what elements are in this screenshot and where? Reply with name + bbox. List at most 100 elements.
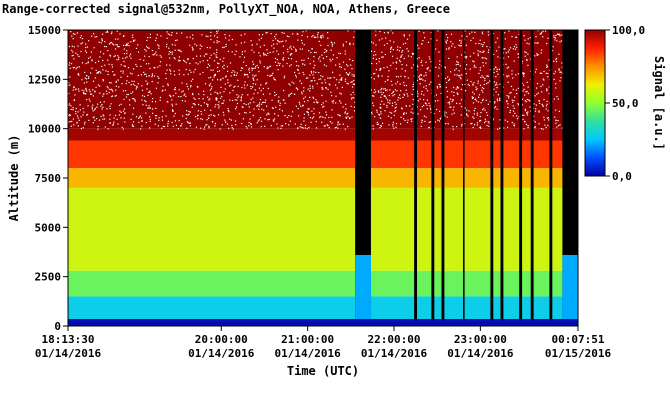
noise-dot bbox=[386, 89, 388, 91]
noise-dot bbox=[114, 114, 117, 117]
noise-dot bbox=[542, 128, 544, 130]
noise-dot bbox=[113, 117, 115, 119]
noise-dot bbox=[78, 66, 80, 68]
noise-dot bbox=[419, 109, 422, 111]
noise-dot bbox=[309, 85, 311, 87]
noise-dot bbox=[399, 47, 401, 49]
noise-dot bbox=[191, 46, 193, 48]
noise-dot bbox=[151, 101, 153, 103]
noise-dot bbox=[95, 69, 97, 71]
noise-dot bbox=[306, 36, 309, 38]
noise-dot bbox=[517, 56, 520, 58]
noise-dot bbox=[311, 110, 313, 112]
noise-dot bbox=[336, 57, 338, 59]
noise-dot bbox=[251, 67, 253, 69]
noise-dot bbox=[165, 73, 167, 75]
noise-dot bbox=[96, 106, 98, 108]
noise-dot bbox=[70, 31, 72, 33]
noise-dot bbox=[464, 90, 467, 92]
noise-dot bbox=[372, 128, 374, 130]
noise-dot bbox=[78, 90, 80, 92]
noise-dot bbox=[289, 84, 291, 86]
noise-dot bbox=[495, 41, 497, 43]
noise-dot bbox=[499, 119, 501, 121]
noise-dot bbox=[456, 126, 458, 128]
noise-dot bbox=[166, 64, 168, 66]
noise-dot bbox=[275, 93, 277, 96]
noise-dot bbox=[144, 55, 146, 57]
noise-dot bbox=[457, 63, 459, 65]
noise-dot bbox=[447, 37, 449, 39]
noise-dot bbox=[73, 99, 76, 101]
noise-dot bbox=[190, 84, 192, 87]
noise-dot bbox=[304, 127, 306, 129]
noise-dot bbox=[153, 75, 156, 77]
noise-dot bbox=[102, 79, 104, 81]
noise-dot bbox=[252, 97, 254, 99]
noise-dot bbox=[406, 38, 409, 40]
noise-dot bbox=[270, 125, 272, 127]
noise-dot bbox=[231, 71, 233, 74]
noise-dot bbox=[77, 125, 79, 127]
noise-dot bbox=[456, 86, 458, 88]
noise-dot bbox=[70, 105, 72, 107]
noise-dot bbox=[254, 89, 256, 91]
noise-dot bbox=[203, 55, 205, 57]
noise-dot bbox=[478, 42, 480, 45]
noise-dot bbox=[289, 65, 291, 67]
noise-dot bbox=[327, 37, 329, 39]
noise-dot bbox=[169, 57, 171, 59]
noise-dot bbox=[192, 48, 194, 50]
noise-dot bbox=[249, 71, 251, 73]
noise-dot bbox=[241, 51, 243, 53]
noise-dot bbox=[335, 95, 337, 97]
noise-dot bbox=[106, 86, 108, 88]
noise-dot bbox=[99, 101, 102, 103]
noise-dot bbox=[461, 125, 463, 127]
noise-dot bbox=[340, 93, 342, 95]
noise-dot bbox=[198, 98, 200, 100]
noise-dot bbox=[91, 93, 93, 95]
noise-dot bbox=[430, 61, 432, 63]
noise-dot bbox=[542, 84, 544, 86]
noise-dot bbox=[282, 65, 284, 67]
noise-dot bbox=[308, 126, 310, 129]
noise-dot bbox=[118, 104, 121, 106]
noise-dot bbox=[127, 93, 129, 96]
noise-dot bbox=[395, 106, 397, 108]
noise-dot bbox=[223, 57, 225, 59]
noise-dot bbox=[405, 112, 407, 114]
noise-dot bbox=[511, 99, 513, 101]
noise-dot bbox=[130, 118, 132, 120]
noise-dot bbox=[279, 63, 281, 65]
noise-dot bbox=[76, 115, 79, 117]
noise-dot bbox=[472, 91, 474, 93]
noise-dot bbox=[481, 57, 483, 59]
noise-dot bbox=[103, 115, 105, 117]
noise-dot bbox=[91, 106, 93, 108]
noise-dot bbox=[523, 114, 525, 116]
noise-dot bbox=[218, 114, 220, 116]
noise-dot bbox=[192, 34, 194, 36]
noise-dot bbox=[384, 53, 386, 56]
noise-dot bbox=[194, 68, 196, 71]
noise-dot bbox=[447, 102, 449, 104]
noise-dot bbox=[260, 84, 262, 86]
noise-dot bbox=[445, 86, 447, 89]
noise-dot bbox=[447, 76, 449, 78]
noise-dot bbox=[559, 41, 561, 43]
noise-dot bbox=[317, 34, 319, 36]
noise-dot bbox=[132, 36, 134, 39]
noise-dot bbox=[279, 104, 281, 107]
noise-dot bbox=[310, 51, 312, 54]
noise-dot bbox=[237, 85, 239, 88]
noise-dot bbox=[298, 115, 300, 117]
noise-dot bbox=[331, 100, 333, 102]
noise-dot bbox=[120, 103, 122, 105]
noise-dot bbox=[169, 69, 171, 71]
noise-dot bbox=[105, 31, 107, 33]
noise-dot bbox=[130, 41, 132, 43]
noise-dot bbox=[353, 36, 355, 38]
noise-dot bbox=[85, 89, 87, 91]
noise-dot bbox=[252, 63, 254, 65]
